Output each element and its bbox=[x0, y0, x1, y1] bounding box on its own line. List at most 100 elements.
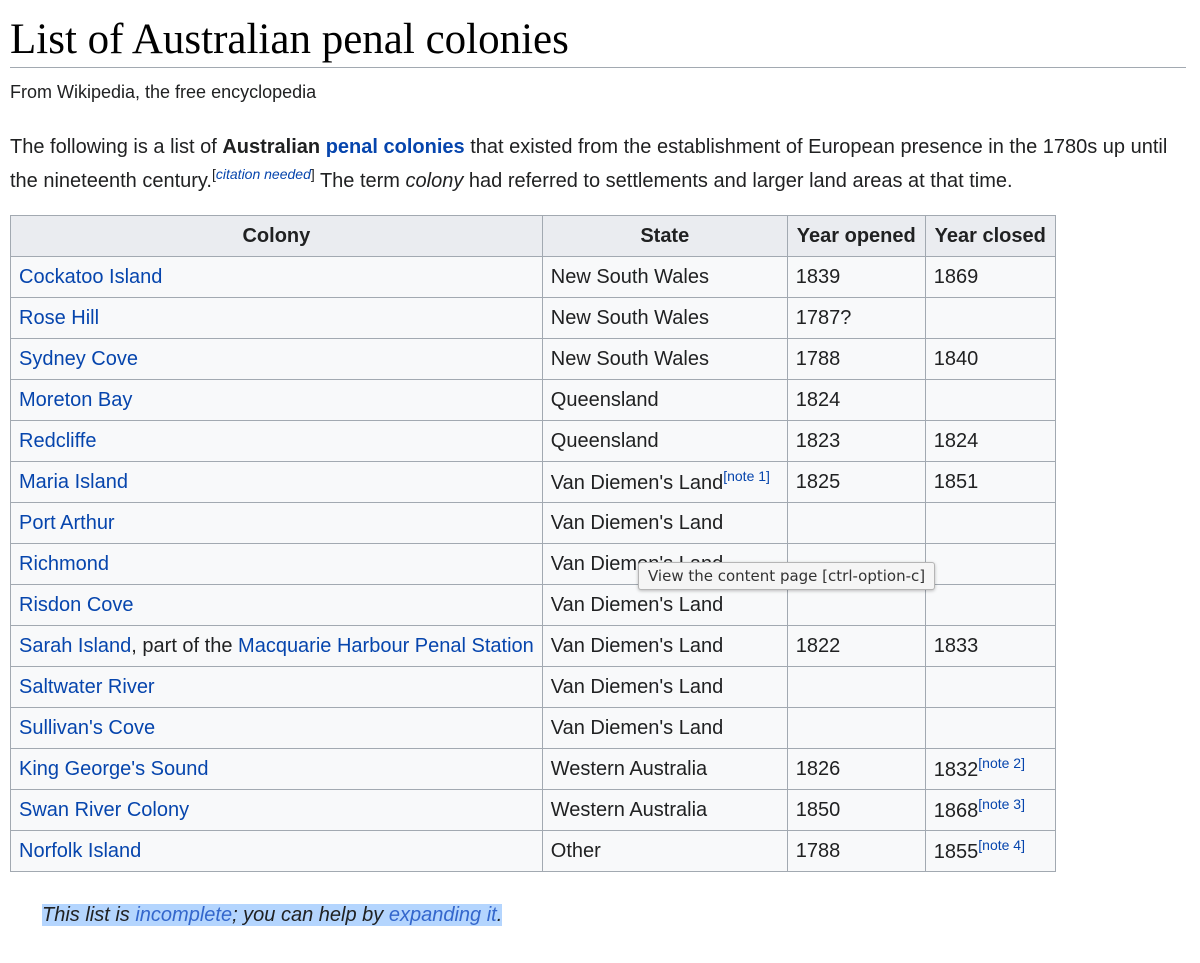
column-header-state[interactable]: State bbox=[541, 215, 788, 257]
table-row: Cockatoo Island New South Wales 1839 1869 bbox=[10, 256, 1056, 298]
state-text: Van Diemen's Land bbox=[550, 716, 724, 739]
year-closed-text: 1832 bbox=[933, 759, 979, 781]
note-reference[interactable]: [note 2] bbox=[978, 755, 1025, 771]
year-closed-cell bbox=[924, 666, 1056, 708]
state-cell: Queensland bbox=[541, 379, 788, 421]
column-header-year-opened[interactable]: Year opened bbox=[786, 215, 926, 257]
note-reference[interactable]: [note 1] bbox=[723, 468, 770, 484]
colony-link[interactable]: Saltwater River bbox=[19, 676, 155, 698]
colony-link[interactable]: Swan River Colony bbox=[19, 799, 189, 821]
state-cell: Other bbox=[541, 830, 788, 872]
colony-cell: Richmond bbox=[10, 543, 543, 585]
colony-secondary-link[interactable]: Macquarie Harbour Penal Station bbox=[238, 635, 534, 657]
intro-text: had referred to settlements and larger l… bbox=[463, 170, 1013, 192]
year-closed-cell: 1840 bbox=[924, 338, 1056, 380]
colony-cell: Sullivan's Cove bbox=[10, 707, 543, 749]
year-opened-cell: 1824 bbox=[786, 379, 926, 421]
year-closed-text: 1840 bbox=[933, 347, 979, 370]
penal-colonies-link[interactable]: penal colonies bbox=[326, 136, 465, 158]
column-header-year-closed[interactable]: Year closed bbox=[924, 215, 1056, 257]
citation-needed-link[interactable]: citation needed bbox=[216, 166, 311, 182]
state-cell: New South Wales bbox=[541, 338, 788, 380]
year-closed-cell bbox=[924, 502, 1056, 544]
state-cell: Queensland bbox=[541, 420, 788, 462]
year-opened-cell: 1839 bbox=[786, 256, 926, 298]
state-text: Van Diemen's Land bbox=[550, 472, 724, 494]
table-row: King George's Sound Western Australia 1826… bbox=[10, 748, 1056, 790]
state-cell: Van Diemen's Land bbox=[541, 707, 788, 749]
table-row: Norfolk Island Other 1788 1855[note 4] bbox=[10, 830, 1056, 872]
state-text: New South Wales bbox=[550, 265, 709, 288]
year-closed-cell bbox=[924, 379, 1056, 421]
colony-link[interactable]: Moreton Bay bbox=[19, 389, 132, 411]
colony-link[interactable]: Redcliffe bbox=[19, 430, 96, 452]
year-closed-cell: 1851 bbox=[924, 461, 1056, 503]
year-closed-cell: 1833 bbox=[924, 625, 1056, 667]
year-opened-cell bbox=[786, 666, 926, 708]
note-reference[interactable]: [note 4] bbox=[978, 837, 1025, 853]
state-cell: Van Diemen's Land bbox=[541, 584, 788, 626]
state-text: Western Australia bbox=[550, 757, 708, 780]
table-header-row: Colony State Year opened Year closed bbox=[10, 215, 1056, 257]
year-opened-cell bbox=[786, 707, 926, 749]
state-text: Van Diemen's Land bbox=[550, 593, 724, 616]
colony-link[interactable]: Risdon Cove bbox=[19, 594, 134, 616]
intro-text: The term bbox=[314, 170, 406, 192]
colonies-table: Colony State Year opened Year closed Coc… bbox=[10, 215, 1056, 872]
state-cell: Van Diemen's Land bbox=[541, 625, 788, 667]
colony-link[interactable]: King George's Sound bbox=[19, 758, 209, 780]
intro-bold: Australian bbox=[222, 136, 321, 158]
year-closed-cell: 1855[note 4] bbox=[924, 830, 1056, 872]
state-text: Van Diemen's Land bbox=[550, 634, 724, 657]
colony-link[interactable]: Cockatoo Island bbox=[19, 266, 162, 288]
state-cell: Western Australia bbox=[541, 748, 788, 790]
table-row: Sydney Cove New South Wales 1788 1840 bbox=[10, 338, 1056, 380]
state-cell: New South Wales bbox=[541, 297, 788, 339]
tagline: From Wikipedia, the free encyclopedia bbox=[10, 82, 317, 102]
table-row: Swan River Colony Western Australia 1850 18… bbox=[10, 789, 1056, 831]
year-closed-cell: 1824 bbox=[924, 420, 1056, 462]
year-closed-cell: 1832[note 2] bbox=[924, 748, 1056, 790]
citation-needed[interactable]: [citation needed] bbox=[212, 166, 315, 182]
table-row: Sullivan's Cove Van Diemen's Land bbox=[10, 707, 1056, 749]
colony-cell: Moreton Bay bbox=[10, 379, 543, 421]
colony-cell: Cockatoo Island bbox=[10, 256, 543, 298]
colony-cell: Port Arthur bbox=[10, 502, 543, 544]
colony-cell: Risdon Cove bbox=[10, 584, 543, 626]
year-opened-cell bbox=[786, 502, 926, 544]
intro-paragraph: The following is a list of Australian pe… bbox=[10, 130, 1190, 198]
year-closed-cell: 1868[note 3] bbox=[924, 789, 1056, 831]
table-row: Redcliffe Queensland 1823 1824 bbox=[10, 420, 1056, 462]
year-closed-cell bbox=[924, 707, 1056, 749]
table-row: Port Arthur Van Diemen's Land bbox=[10, 502, 1056, 544]
year-opened-cell: 1826 bbox=[786, 748, 926, 790]
column-header-colony[interactable]: Colony bbox=[10, 215, 543, 257]
colony-link[interactable]: Sullivan's Cove bbox=[19, 717, 155, 739]
title-divider bbox=[10, 67, 1186, 68]
colony-link[interactable]: Richmond bbox=[19, 553, 109, 575]
year-closed-cell bbox=[924, 584, 1056, 626]
year-closed-cell: 1869 bbox=[924, 256, 1056, 298]
state-cell: Van Diemen's Land bbox=[541, 666, 788, 708]
colony-link[interactable]: Maria Island bbox=[19, 471, 128, 493]
state-text: Queensland bbox=[550, 429, 659, 452]
colony-cell: Norfolk Island bbox=[10, 830, 543, 872]
year-closed-text: 1855 bbox=[933, 841, 979, 863]
state-text: New South Wales bbox=[550, 347, 709, 370]
state-cell: Van Diemen's Land bbox=[541, 502, 788, 544]
colony-link[interactable]: Port Arthur bbox=[19, 512, 115, 534]
incomplete-link[interactable]: incomplete bbox=[135, 904, 232, 926]
state-text: Queensland bbox=[550, 388, 659, 411]
colony-link[interactable]: Norfolk Island bbox=[19, 840, 141, 862]
table-row: Maria Island Van Diemen's Land[note 1] 182… bbox=[10, 461, 1056, 503]
table-row: Rose Hill New South Wales 1787? bbox=[10, 297, 1056, 339]
colony-link[interactable]: Sydney Cove bbox=[19, 348, 138, 370]
year-closed-cell bbox=[924, 297, 1056, 339]
note-reference[interactable]: [note 3] bbox=[978, 796, 1025, 812]
year-opened-cell: 1850 bbox=[786, 789, 926, 831]
colony-cell: Saltwater River bbox=[10, 666, 543, 708]
colony-link[interactable]: Sarah Island bbox=[19, 635, 131, 657]
colony-link[interactable]: Rose Hill bbox=[19, 307, 99, 329]
year-closed-cell bbox=[924, 543, 1056, 585]
expanding-it-link[interactable]: expanding it bbox=[389, 904, 497, 926]
